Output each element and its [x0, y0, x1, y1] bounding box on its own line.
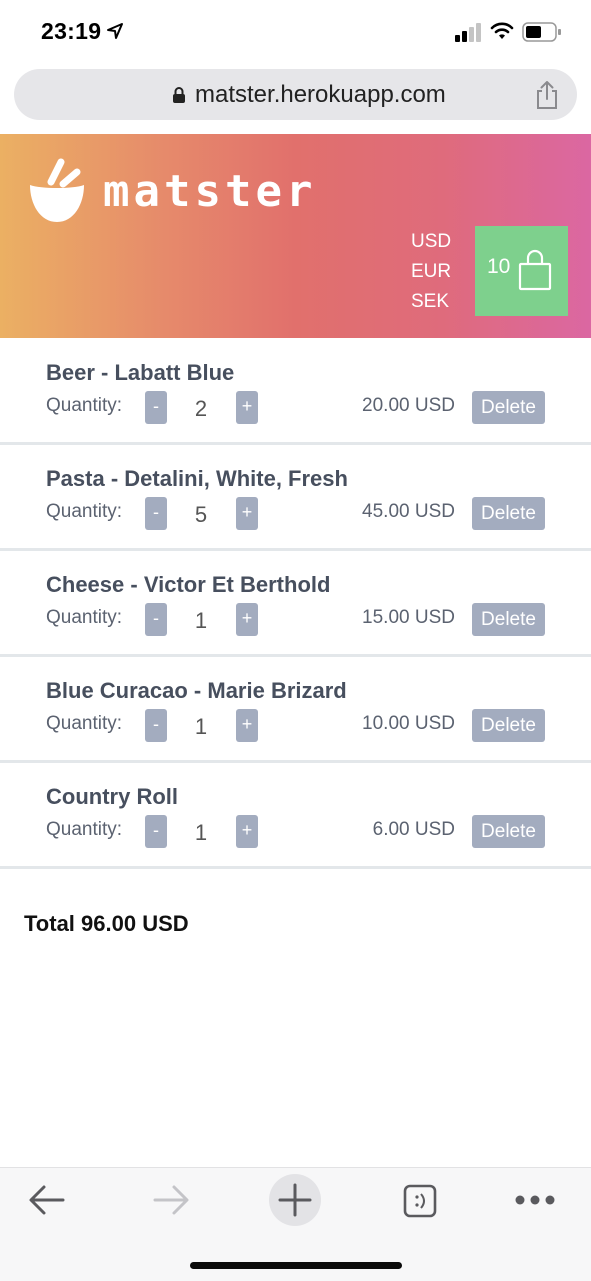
quantity-label: Quantity: [46, 501, 123, 522]
item-price: 6.00 USD [372, 819, 455, 840]
currency-eur[interactable]: EUR [411, 261, 451, 283]
delete-button[interactable]: Delete [472, 603, 545, 636]
increase-quantity-button[interactable]: + [236, 815, 258, 848]
item-name: Blue Curacao - Marie Brizard [46, 678, 347, 703]
address-bar[interactable]: matster.herokuapp.com [14, 69, 577, 120]
increase-quantity-button[interactable]: + [236, 497, 258, 530]
brand-name[interactable]: matster [103, 166, 316, 217]
cart-button[interactable]: 10 [475, 226, 568, 316]
url-text[interactable]: matster.herokuapp.com [195, 81, 446, 109]
status-bar: 23:19 [0, 0, 591, 62]
item-price: 45.00 USD [362, 501, 455, 522]
cart-item: Blue Curacao - Marie Brizard Quantity: -… [0, 656, 591, 763]
quantity-value: 2 [194, 396, 208, 421]
lock-icon [173, 87, 185, 103]
quantity-label: Quantity: [46, 713, 123, 734]
back-arrow-icon[interactable] [28, 1184, 66, 1216]
wifi-icon [490, 22, 514, 39]
shopping-bag-icon [518, 249, 552, 291]
decrease-quantity-button[interactable]: - [145, 497, 167, 530]
cart-item: Cheese - Victor Et Berthold Quantity: - … [0, 550, 591, 657]
location-arrow-icon [107, 23, 123, 39]
item-name: Beer - Labatt Blue [46, 360, 235, 385]
more-icon[interactable] [514, 1194, 556, 1206]
item-name: Country Roll [46, 784, 178, 809]
cart-item: Beer - Labatt Blue Quantity: - 2 + 20.00… [0, 338, 591, 445]
currency-sek[interactable]: SEK [411, 291, 449, 313]
browser-toolbar [0, 1167, 591, 1281]
signal-icon [455, 23, 481, 42]
item-name: Cheese - Victor Et Berthold [46, 572, 331, 597]
cart-item: Pasta - Detalini, White, Fresh Quantity:… [0, 444, 591, 551]
quantity-label: Quantity: [46, 819, 123, 840]
delete-button[interactable]: Delete [472, 815, 545, 848]
item-price: 20.00 USD [362, 395, 455, 416]
battery-icon [522, 22, 561, 42]
decrease-quantity-button[interactable]: - [145, 391, 167, 424]
bowl-logo-icon[interactable] [27, 158, 87, 226]
quantity-label: Quantity: [46, 607, 123, 628]
decrease-quantity-button[interactable]: - [145, 815, 167, 848]
increase-quantity-button[interactable]: + [236, 391, 258, 424]
new-tab-button[interactable] [269, 1174, 321, 1226]
quantity-value: 1 [194, 820, 208, 845]
share-icon[interactable] [534, 80, 560, 110]
cart-total: Total 96.00 USD [24, 911, 189, 936]
delete-button[interactable]: Delete [472, 709, 545, 742]
home-indicator[interactable] [190, 1262, 402, 1269]
status-time: 23:19 [41, 18, 102, 44]
quantity-value: 1 [194, 608, 208, 633]
forward-arrow-icon[interactable] [152, 1184, 190, 1216]
quantity-value: 5 [194, 502, 208, 527]
cart-count: 10 [487, 255, 511, 278]
increase-quantity-button[interactable]: + [236, 709, 258, 742]
plus-icon [278, 1183, 312, 1217]
quantity-value: 1 [194, 714, 208, 739]
decrease-quantity-button[interactable]: - [145, 709, 167, 742]
delete-button[interactable]: Delete [472, 497, 545, 530]
cart-item: Country Roll Quantity: - 1 + 6.00 USD De… [0, 762, 591, 869]
item-price: 10.00 USD [362, 713, 455, 734]
currency-usd[interactable]: USD [411, 231, 451, 253]
decrease-quantity-button[interactable]: - [145, 603, 167, 636]
tabs-icon[interactable] [403, 1184, 437, 1218]
item-name: Pasta - Detalini, White, Fresh [46, 466, 348, 491]
site-header: matster USD EUR SEK 10 [0, 134, 591, 338]
delete-button[interactable]: Delete [472, 391, 545, 424]
increase-quantity-button[interactable]: + [236, 603, 258, 636]
quantity-label: Quantity: [46, 395, 123, 416]
item-price: 15.00 USD [362, 607, 455, 628]
